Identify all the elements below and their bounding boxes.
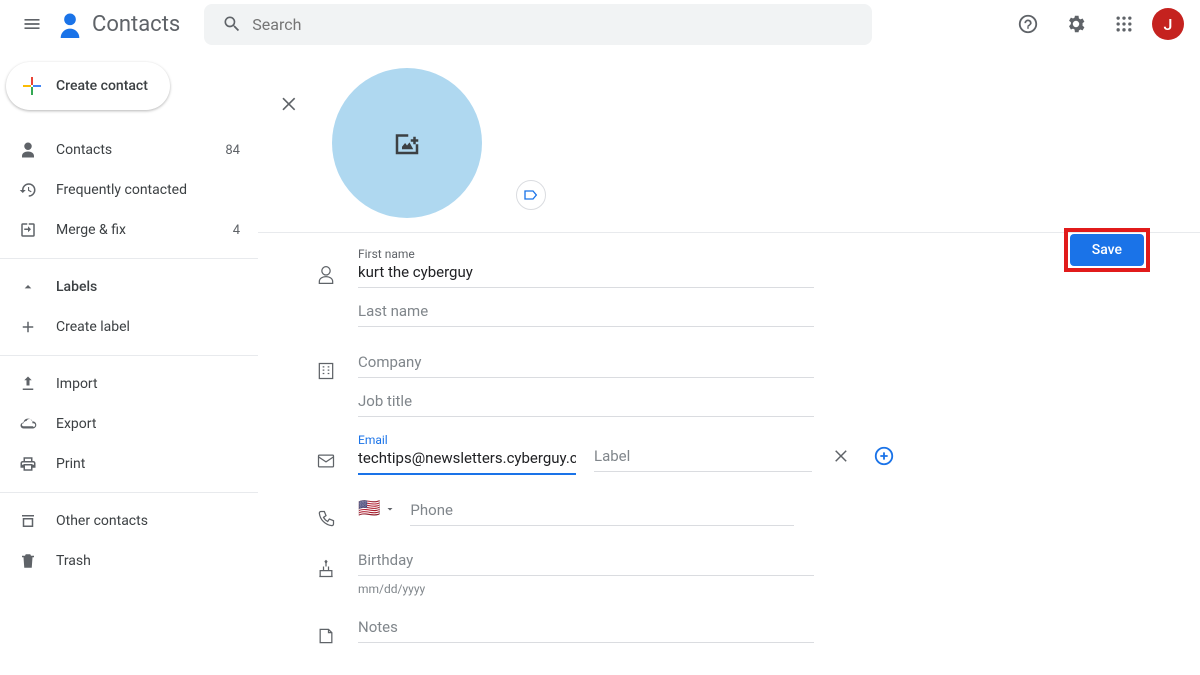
divider [0,355,258,356]
cloud-upload-icon [19,415,37,433]
divider [0,258,258,259]
app-logo[interactable]: Contacts [56,9,180,39]
add-photo-icon [392,128,422,158]
email-input[interactable] [358,447,576,473]
sidebar-item-frequent[interactable]: Frequently contacted [0,170,258,210]
labels-header[interactable]: Labels [0,267,258,307]
plus-circle-icon [873,445,895,467]
birthday-hint: mm/dd/yyyy [358,582,814,596]
sidebar-item-import[interactable]: Import [0,364,258,404]
print-icon [19,455,37,473]
note-icon [316,626,336,646]
app-name: Contacts [92,12,180,37]
search-icon [222,14,242,34]
last-name-field[interactable] [358,292,814,327]
sidebar: Create contact Contacts 84 Frequently co… [0,48,258,675]
account-avatar[interactable]: J [1152,8,1184,40]
main-menu-button[interactable] [8,0,56,48]
search-input[interactable] [252,15,864,34]
create-plus-icon [20,74,44,98]
apps-grid-icon [1114,14,1134,34]
settings-button[interactable] [1056,4,1096,44]
label-button[interactable] [516,180,546,210]
email-field[interactable]: Email [358,433,576,475]
sidebar-item-other-contacts[interactable]: Other contacts [0,501,258,541]
birthday-input[interactable] [358,549,814,575]
sidebar-item-print[interactable]: Print [0,444,258,484]
phone-icon [316,509,336,529]
notes-input[interactable] [358,616,814,642]
close-icon [280,94,300,114]
company-field[interactable] [358,343,814,378]
last-name-input[interactable] [358,300,814,326]
trash-icon [19,552,37,570]
chevron-up-icon [20,279,36,295]
person-outline-icon [316,265,336,285]
sidebar-item-create-label[interactable]: Create label [0,307,258,347]
mail-icon [316,451,336,471]
create-contact-label: Create contact [56,78,148,94]
person-icon [19,141,37,159]
add-photo-button[interactable] [332,68,482,218]
label-icon [523,187,539,203]
save-button[interactable]: Save [1070,234,1144,266]
dropdown-icon [384,503,396,515]
birthday-field[interactable] [358,541,814,576]
job-title-input[interactable] [358,390,814,416]
upload-icon [19,375,37,393]
clear-email-button[interactable] [830,444,854,468]
sidebar-item-trash[interactable]: Trash [0,541,258,581]
flag-icon: 🇺🇸 [358,498,380,519]
phone-field[interactable] [410,491,794,526]
archive-icon [19,512,37,530]
close-button[interactable] [270,84,310,124]
building-icon [316,361,336,381]
phone-input[interactable] [410,499,794,525]
help-button[interactable] [1008,4,1048,44]
sidebar-item-export[interactable]: Export [0,404,258,444]
first-name-input[interactable] [358,261,814,287]
merge-icon [19,221,37,239]
contacts-logo-icon [56,9,84,39]
divider [0,492,258,493]
history-icon [19,181,37,199]
sidebar-item-contacts[interactable]: Contacts 84 [0,130,258,170]
apps-button[interactable] [1104,4,1144,44]
edit-contact-panel: Save First name [258,48,1200,675]
search-bar[interactable] [204,4,872,45]
sidebar-item-merge-fix[interactable]: Merge & fix 4 [0,210,258,250]
save-highlight: Save [1064,228,1150,272]
first-name-field[interactable]: First name [358,247,814,288]
job-title-field[interactable] [358,382,814,417]
phone-country-select[interactable]: 🇺🇸 [358,498,396,519]
email-label-input[interactable] [594,445,812,471]
plus-icon [19,318,37,336]
help-icon [1017,13,1039,35]
email-label-field[interactable] [594,437,812,472]
cake-icon [316,559,336,579]
gear-icon [1065,13,1087,35]
create-contact-button[interactable]: Create contact [6,62,170,110]
notes-field[interactable] [358,608,814,643]
company-input[interactable] [358,351,814,377]
add-email-button[interactable] [872,444,896,468]
close-icon [833,447,851,465]
menu-icon [22,14,42,34]
